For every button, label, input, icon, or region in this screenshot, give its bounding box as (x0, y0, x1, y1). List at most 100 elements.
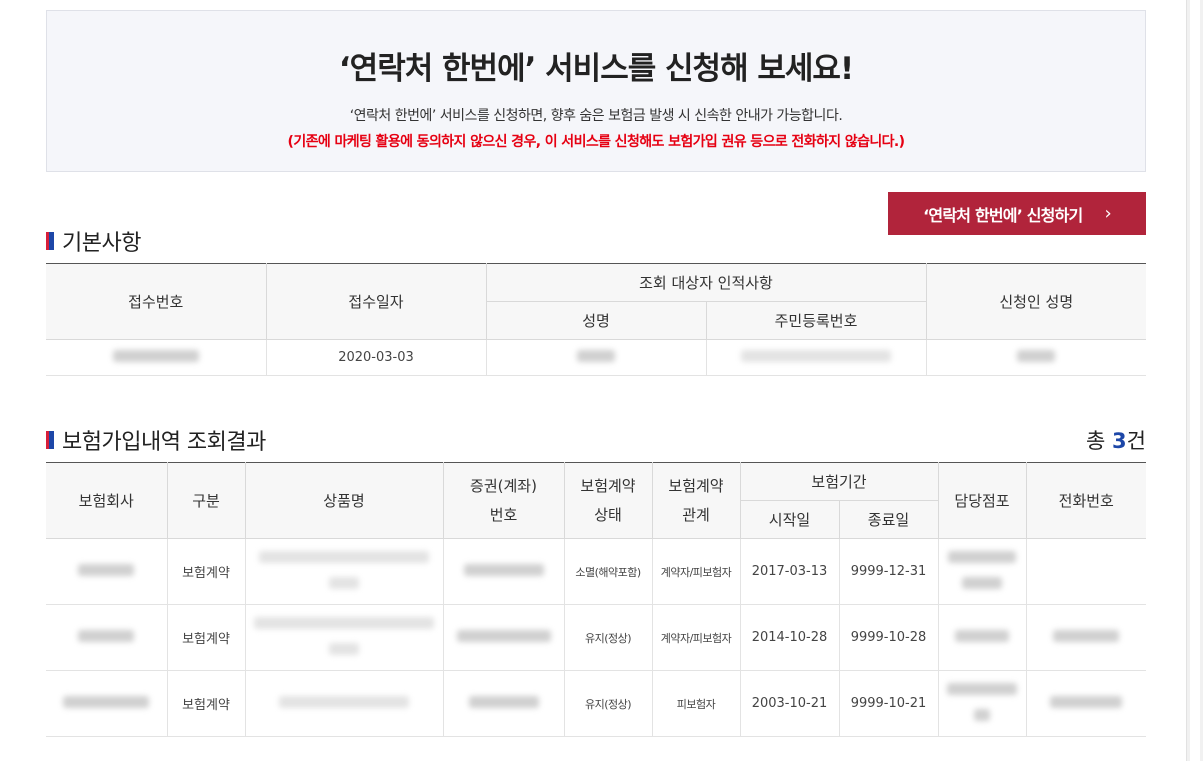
results-title-text: 보험가입내역 조회결과 (62, 430, 266, 455)
cell-company (46, 604, 168, 671)
total-count: 총 3건 (1086, 425, 1146, 455)
cell-start-date: 2003-10-21 (739, 670, 840, 737)
cell-start-date: 2017-03-13 (739, 538, 840, 605)
redacted-value (112, 349, 199, 362)
header-policy-no: 증권(계좌) 번호 (442, 462, 565, 539)
header-name: 성명 (486, 301, 707, 340)
results-section-title: 보험가입내역 조회결과 (46, 424, 266, 456)
redacted-value (329, 642, 359, 655)
relation-header-line1: 보험계약 (668, 476, 724, 495)
section-marker-icon (46, 232, 54, 250)
header-receipt-no: 접수번호 (46, 263, 267, 340)
redacted-value (947, 682, 1018, 695)
cell-policy-no (442, 604, 565, 671)
header-end-date: 종료일 (838, 500, 939, 539)
redacted-value (577, 349, 615, 362)
table-row: 보험계약 소멸(해약포함) 계약자/피보험자 2017-03-13 9999-1… (46, 538, 1147, 605)
redacted-value (329, 576, 359, 589)
status-header-line1: 보험계약 (580, 476, 636, 495)
header-category: 구분 (166, 462, 246, 539)
relation-header-line2: 관계 (682, 505, 710, 524)
cell-status: 유지(정상) (563, 670, 653, 737)
redacted-value (78, 563, 135, 576)
cell-phone (1025, 604, 1147, 671)
cell-product (244, 538, 444, 605)
redacted-value (259, 550, 429, 563)
cell-end-date: 9999-10-28 (838, 604, 939, 671)
cell-start-date: 2014-10-28 (739, 604, 840, 671)
cell-branch (937, 538, 1027, 605)
basic-section-title: 기본사항 (46, 225, 141, 257)
total-prefix: 총 (1086, 429, 1113, 453)
cell-status: 소멸(해약포함) (563, 538, 653, 605)
cell-company (46, 670, 168, 737)
scrollbar-thumb[interactable] (1190, 0, 1200, 761)
cell-end-date: 9999-10-21 (838, 670, 939, 737)
cell-relation: 계약자/피보험자 (651, 604, 741, 671)
cell-receipt-no (46, 339, 267, 376)
total-number: 3 (1112, 429, 1127, 453)
cell-category: 보험계약 (166, 604, 246, 671)
header-product: 상품명 (244, 462, 444, 539)
header-contract-status: 보험계약상태 (563, 462, 653, 539)
redacted-value (468, 695, 539, 708)
header-contract-relation: 보험계약관계 (651, 462, 741, 539)
page-scrollbar[interactable] (1186, 0, 1203, 761)
cell-relation: 계약자/피보험자 (651, 538, 741, 605)
cell-rrn (705, 339, 927, 376)
header-branch: 담당점포 (937, 462, 1027, 539)
apply-contact-service-button[interactable]: ‘연락처 한번에’ 신청하기 › (888, 192, 1146, 235)
total-suffix: 건 (1126, 429, 1146, 453)
cell-phone (1025, 538, 1147, 605)
cell-branch (937, 670, 1027, 737)
table-row: 보험계약 유지(정상) 피보험자 2003-10-21 9999-10-21 (46, 670, 1147, 737)
cell-relation: 피보험자 (651, 670, 741, 737)
header-phone: 전화번호 (1025, 462, 1147, 539)
header-receipt-date: 접수일자 (265, 263, 487, 340)
header-company: 보험회사 (46, 462, 168, 539)
policy-header-line1: 증권(계좌) (470, 476, 537, 495)
redacted-value (279, 695, 409, 708)
policy-header-line2: 번호 (489, 505, 518, 524)
section-marker-icon (46, 431, 54, 449)
status-header-line2: 상태 (594, 505, 622, 524)
basic-table-row: 2020-03-03 (46, 339, 1146, 376)
redacted-value (962, 576, 1003, 589)
apply-button-label: ‘연락처 한번에’ 신청하기 (923, 205, 1083, 225)
cell-receipt-date: 2020-03-03 (265, 339, 487, 376)
table-row: 보험계약 유지(정상) 계약자/피보험자 2014-10-28 9999-10-… (46, 604, 1147, 671)
redacted-value (1053, 629, 1120, 642)
banner-notice: (기존에 마케팅 활용에 동의하지 않으신 경우, 이 서비스를 신청해도 보험… (287, 134, 906, 150)
cell-company (46, 538, 168, 605)
cell-name (485, 339, 707, 376)
cell-applicant (925, 339, 1146, 376)
redacted-value (974, 708, 991, 721)
cell-end-date: 9999-12-31 (838, 538, 939, 605)
redacted-value (1050, 695, 1123, 708)
redacted-value (1017, 349, 1056, 362)
cell-status: 유지(정상) (563, 604, 653, 671)
banner-description: ‘연락처 한번에’ 서비스를 신청하면, 향후 숨은 보험금 발생 시 신속한 … (349, 108, 843, 124)
redacted-value (948, 550, 1017, 563)
header-subject-group: 조회 대상자 인적사항 (485, 263, 927, 302)
redacted-value (63, 695, 150, 708)
redacted-value (456, 629, 551, 642)
redacted-value (254, 616, 434, 629)
cell-phone (1025, 670, 1147, 737)
header-period: 보험기간 (739, 462, 939, 501)
cell-policy-no (442, 538, 565, 605)
redacted-value (78, 629, 135, 642)
insurance-results-table: 보험회사 구분 상품명 증권(계좌) 번호 보험계약 상태 보험계약 관계 보험기간 … (46, 462, 1147, 737)
header-applicant: 신청인 성명 (925, 263, 1146, 340)
cell-policy-no (442, 670, 565, 737)
cell-product (244, 604, 444, 671)
basic-info-table: 접수번호 접수일자 조회 대상자 인적사항 신청인 성명 성명 주민등록번호 2… (46, 263, 1146, 376)
chevron-right-icon: › (1104, 203, 1111, 224)
header-start-date: 시작일 (740, 500, 840, 539)
service-banner: ‘연락처 한번에’ 서비스를 신청해 보세요! ‘연락처 한번에’ 서비스를 신… (46, 10, 1146, 172)
cell-category: 보험계약 (166, 670, 246, 737)
redacted-value (955, 629, 1010, 642)
cell-branch (937, 604, 1027, 671)
header-rrn: 주민등록번호 (705, 301, 926, 340)
redacted-value (463, 563, 544, 576)
